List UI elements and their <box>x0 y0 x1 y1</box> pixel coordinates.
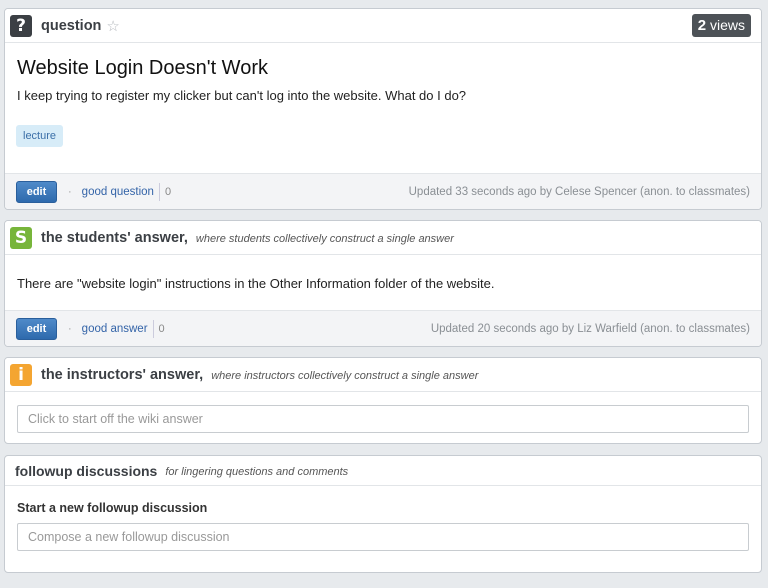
question-card: ? question ☆ 2 views Website Login Doesn… <box>4 8 762 210</box>
edit-answer-button[interactable]: edit <box>16 317 57 340</box>
views-badge: 2 views <box>691 14 751 37</box>
students-answer-title: the students' answer, <box>41 229 188 246</box>
question-updated-text: Updated 33 seconds ago by Celese Spencer… <box>408 185 750 198</box>
star-icon[interactable]: ☆ <box>106 17 119 35</box>
followup-compose-input[interactable]: Compose a new followup discussion <box>17 523 749 551</box>
students-answer-card: S the students' answer, where students c… <box>4 220 762 347</box>
question-title: Website Login Doesn't Work <box>17 57 268 79</box>
views-count: 2 <box>697 17 707 34</box>
good-question-count: 0 <box>158 182 171 201</box>
followup-header: followup discussions for lingering quest… <box>5 456 761 486</box>
separator-dot: · <box>68 322 72 335</box>
instructors-answer-subtitle: where instructors collectively construct… <box>211 369 479 382</box>
question-header: ? question ☆ 2 views <box>5 9 761 43</box>
followup-subtitle: for lingering questions and comments <box>165 465 349 478</box>
students-answer-body: There are "website login" instructions i… <box>17 276 495 291</box>
question-body: I keep trying to register my clicker but… <box>17 88 467 103</box>
instructors-badge-icon: i <box>10 363 32 386</box>
separator-dot: · <box>68 185 72 198</box>
wiki-answer-input[interactable]: Click to start off the wiki answer <box>17 405 749 433</box>
good-answer-link[interactable]: good answer <box>82 323 148 335</box>
question-footer: edit · good question 0 Updated 33 second… <box>5 173 761 209</box>
good-answer-count: 0 <box>152 319 165 338</box>
instructors-answer-header: i the instructors' answer, where instruc… <box>5 358 761 392</box>
question-mark-icon: ? <box>10 14 32 37</box>
instructors-answer-title: the instructors' answer, <box>41 366 204 383</box>
students-answer-footer: edit · good answer 0 Updated 20 seconds … <box>5 310 761 346</box>
edit-question-button[interactable]: edit <box>16 180 57 203</box>
question-label: question <box>41 17 102 34</box>
instructors-answer-card: i the instructors' answer, where instruc… <box>4 357 762 444</box>
new-followup-label: Start a new followup discussion <box>17 501 208 515</box>
good-question-link[interactable]: good question <box>82 186 154 198</box>
students-answer-header: S the students' answer, where students c… <box>5 221 761 255</box>
students-answer-subtitle: where students collectively construct a … <box>195 232 454 245</box>
followup-card: followup discussions for lingering quest… <box>4 455 762 573</box>
views-label: views <box>709 17 745 33</box>
tag-lecture[interactable]: lecture <box>16 125 64 147</box>
followup-title: followup discussions <box>15 462 158 479</box>
answer-updated-text: Updated 20 seconds ago by Liz Warfield (… <box>430 322 750 335</box>
students-badge-icon: S <box>10 226 32 249</box>
